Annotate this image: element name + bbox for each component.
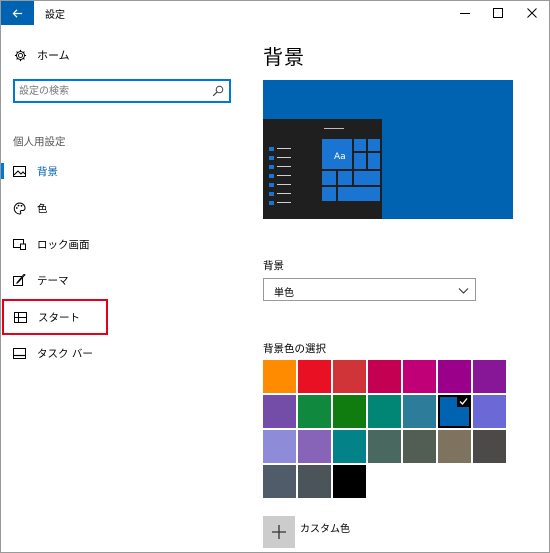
back-arrow-icon: [12, 8, 23, 18]
color-swatch[interactable]: [403, 360, 436, 393]
background-dropdown-value: 単色: [274, 288, 294, 299]
palette-icon: [12, 201, 26, 215]
preview-tile-text: Aa: [334, 152, 346, 162]
picture-icon: [12, 164, 26, 178]
color-swatch[interactable]: [298, 360, 331, 393]
color-swatch-grid: [263, 360, 509, 510]
sidebar-item-label: 背景: [37, 166, 58, 178]
main-content: 背景 Aa 背景 単色 背景色の選択 カスタム色: [243, 25, 549, 552]
sidebar-item-label: タスク バー: [37, 348, 93, 360]
color-swatch[interactable]: [438, 395, 471, 428]
color-swatch[interactable]: [473, 395, 506, 428]
gear-icon: [13, 48, 27, 62]
sidebar-item-theme[interactable]: テーマ: [1, 262, 107, 298]
search-icon[interactable]: [212, 85, 224, 97]
background-preview: Aa: [263, 80, 513, 219]
color-swatch[interactable]: [263, 395, 296, 428]
sidebar-item-start[interactable]: スタート: [2, 299, 108, 335]
title-bar: 設定: [1, 1, 549, 25]
search-input[interactable]: [19, 81, 209, 101]
search-box[interactable]: [13, 79, 231, 103]
theme-icon: [12, 273, 26, 287]
sidebar-item-taskbar[interactable]: タスク バー: [1, 335, 107, 371]
sidebar-item-label: 色: [37, 203, 48, 215]
close-icon: [527, 8, 537, 18]
sidebar-item-label: テーマ: [37, 275, 69, 287]
plus-icon: [263, 516, 295, 548]
taskbar-icon: [12, 346, 26, 360]
color-swatch[interactable]: [333, 430, 366, 463]
minimize-icon: [460, 13, 470, 14]
color-swatch[interactable]: [298, 465, 331, 498]
home-label: ホーム: [37, 49, 70, 62]
background-dropdown[interactable]: 単色: [263, 278, 476, 301]
custom-color-label: カスタム色: [300, 523, 350, 535]
color-swatch[interactable]: [368, 430, 401, 463]
section-title: 個人用設定: [13, 136, 66, 148]
checkmark-icon: [457, 396, 470, 407]
sidebar-item-color[interactable]: 色: [1, 190, 107, 226]
color-swatch[interactable]: [333, 360, 366, 393]
color-swatch[interactable]: [263, 360, 296, 393]
maximize-button[interactable]: [481, 1, 515, 25]
color-swatch[interactable]: [263, 430, 296, 463]
minimize-button[interactable]: [448, 1, 482, 25]
color-picker-label: 背景色の選択: [263, 343, 326, 355]
sidebar-item-label: ロック画面: [37, 239, 90, 251]
color-swatch[interactable]: [473, 430, 506, 463]
color-swatch[interactable]: [473, 360, 506, 393]
sidebar-item-background[interactable]: 背景: [1, 153, 107, 189]
home-link[interactable]: ホーム: [13, 47, 70, 63]
color-swatch[interactable]: [298, 395, 331, 428]
chevron-down-icon: [458, 288, 469, 294]
settings-window: 設定 ホーム 個人用設定 背景: [0, 0, 550, 553]
maximize-icon: [493, 8, 503, 18]
color-swatch[interactable]: [438, 360, 471, 393]
sidebar-item-lock-screen[interactable]: ロック画面: [1, 226, 107, 262]
close-button[interactable]: [515, 1, 549, 25]
sidebar-item-label: スタート: [38, 312, 80, 324]
page-title: 背景: [263, 45, 305, 69]
lock-screen-icon: [12, 237, 26, 251]
background-label: 背景: [263, 260, 284, 272]
active-indicator: [1, 163, 4, 179]
color-swatch[interactable]: [263, 465, 296, 498]
color-swatch[interactable]: [438, 430, 471, 463]
start-menu-preview: Aa: [263, 119, 382, 219]
window-title: 設定: [45, 10, 65, 21]
color-swatch[interactable]: [403, 395, 436, 428]
color-swatch[interactable]: [333, 395, 366, 428]
color-swatch[interactable]: [368, 395, 401, 428]
start-icon: [13, 310, 27, 324]
sidebar: ホーム 個人用設定 背景 色 ロック画面: [1, 25, 243, 552]
back-button[interactable]: [1, 1, 34, 25]
color-swatch[interactable]: [403, 430, 436, 463]
color-swatch[interactable]: [368, 360, 401, 393]
preview-tile: Aa: [322, 139, 352, 169]
color-swatch[interactable]: [298, 430, 331, 463]
custom-color-button[interactable]: カスタム色: [263, 516, 350, 548]
color-swatch[interactable]: [333, 465, 366, 498]
